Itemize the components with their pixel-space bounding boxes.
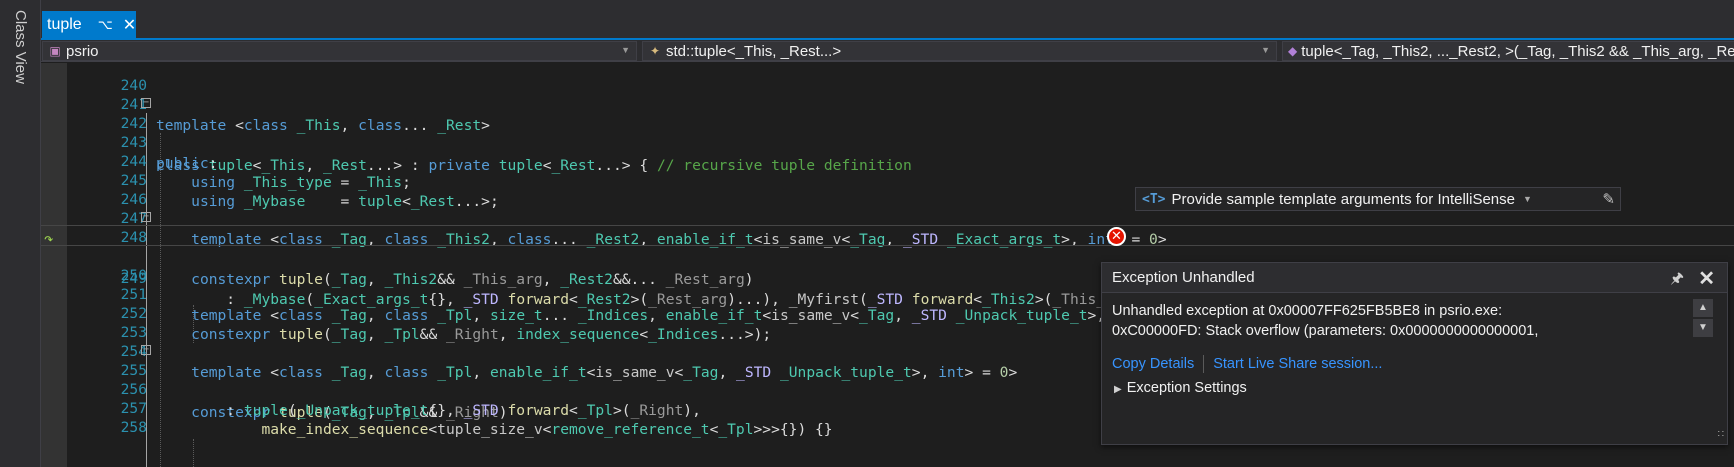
navigation-bar: ▣ psrio ▼ ✦ std::tuple<_This, _Rest...> … (41, 40, 1734, 62)
member-label: tuple<_Tag, _This2, ..._Rest2, >(_Tag, _… (1301, 42, 1734, 60)
exception-settings-expander[interactable]: ▶ Exception Settings (1114, 380, 1247, 396)
code-line: 242 − class tuple<_This, _Rest...> : pri… (41, 92, 1734, 175)
template-badge: <T> (1142, 191, 1166, 207)
class-view-panel[interactable]: Class View (0, 0, 41, 467)
collapse-icon[interactable]: − (141, 212, 151, 222)
resize-grip-icon[interactable]: ∷ (1718, 429, 1724, 440)
code-line-current: ↷ 249 : _Mybase(_Exact_args_t{}, _STD fo… (41, 225, 1734, 308)
method-icon: ◆ (1288, 44, 1298, 58)
exception-message: Unhandled exception at 0x00007FF625FB5BE… (1112, 301, 1672, 345)
close-icon[interactable]: ✕ (1698, 266, 1715, 291)
message-scrollbar[interactable]: ▲ ▼ (1693, 299, 1715, 339)
exception-actions: Copy Details Start Live Share session... (1112, 355, 1382, 373)
template-args-hint[interactable]: <T> Provide sample template arguments fo… (1135, 187, 1621, 211)
divider (1203, 355, 1205, 373)
collapse-icon[interactable]: − (141, 98, 151, 108)
chevron-down-icon[interactable]: ▼ (1523, 194, 1532, 204)
pin-icon[interactable]: 🖈 (1670, 268, 1684, 293)
copy-details-link[interactable]: Copy Details (1112, 356, 1194, 372)
scope-label: std::tuple<_This, _Rest...> (666, 42, 842, 60)
class-view-label[interactable]: Class View (12, 10, 29, 84)
document-tab-strip: tuple ⌥ ✕ (41, 0, 1734, 40)
scroll-down-icon[interactable]: ▼ (1693, 319, 1713, 337)
exception-message-line: 0xC00000FD: Stack overflow (parameters: … (1112, 323, 1539, 339)
pin-icon[interactable]: ⌥ (98, 17, 113, 33)
scope-dropdown[interactable]: ✦ std::tuple<_This, _Rest...> ▼ (642, 41, 1277, 61)
exception-settings-label: Exception Settings (1126, 380, 1247, 396)
code-line: 244 using _This_type = _This; (41, 130, 1734, 191)
code-line: 246 (41, 168, 1734, 208)
chevron-down-icon: ▼ (1261, 45, 1270, 55)
tab-label: tuple (47, 15, 82, 33)
expand-triangle-icon: ▶ (1114, 384, 1122, 395)
chevron-down-icon: ▼ (621, 45, 630, 55)
scroll-up-icon[interactable]: ▲ (1693, 299, 1713, 317)
project-icon: ▣ (49, 44, 61, 58)
code-line: 241 template <class _This, class... _Res… (41, 73, 1734, 134)
exception-title: Exception Unhandled (1112, 269, 1255, 286)
member-dropdown[interactable]: ◆ tuple<_Tag, _This2, ..._Rest2, >(_Tag,… (1282, 41, 1734, 61)
project-label: psrio (66, 42, 99, 60)
exception-header: Exception Unhandled 🖈 ✕ (1102, 263, 1727, 293)
collapse-icon[interactable]: − (141, 345, 151, 355)
code-line: 245 using _Mybase = tuple<_Rest...>; (41, 149, 1734, 210)
exception-helper: Exception Unhandled 🖈 ✕ Unhandled except… (1101, 262, 1728, 445)
close-icon[interactable]: ✕ (123, 15, 136, 35)
indent-guide (193, 439, 194, 467)
hint-text: Provide sample template arguments for In… (1171, 190, 1515, 208)
live-share-link[interactable]: Start Live Share session... (1213, 356, 1382, 372)
line-number: 258 (120, 419, 147, 436)
exception-message-line: Unhandled exception at 0x00007FF625FB5BE… (1112, 303, 1503, 319)
class-icon: ✦ (649, 44, 661, 58)
error-icon[interactable]: ✕ (1107, 227, 1126, 246)
pencil-icon[interactable]: ✎ (1602, 190, 1615, 208)
project-dropdown[interactable]: ▣ psrio ▼ (42, 41, 637, 61)
code-line: 243 public: (41, 111, 1734, 172)
code-text: make_index_sequence<tuple_size_v<remove_… (261, 421, 833, 438)
tab-tuple[interactable]: tuple ⌥ ✕ (42, 11, 136, 38)
